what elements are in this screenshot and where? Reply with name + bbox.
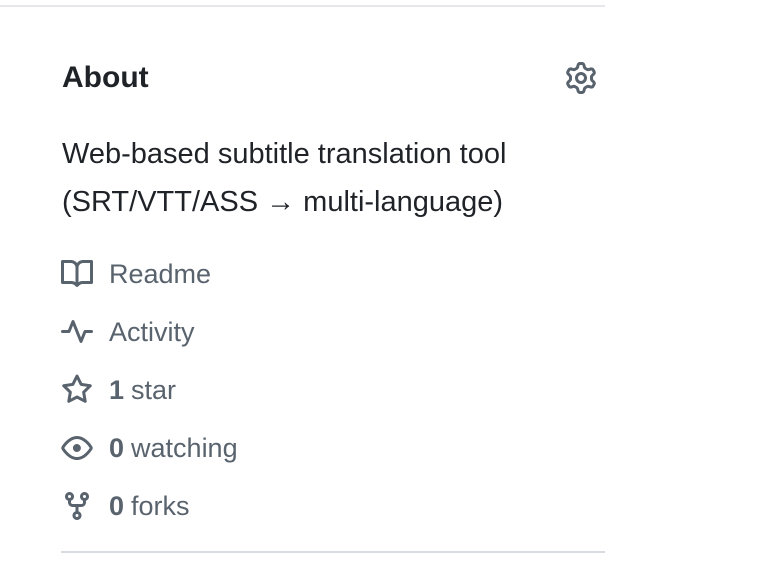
- fork-icon: [60, 489, 94, 523]
- settings-button[interactable]: [563, 60, 599, 96]
- repo-stats-list: Readme Activity 1 star 0 watching 0 fork…: [60, 245, 580, 535]
- watching-count: 0: [109, 432, 125, 463]
- watching-link[interactable]: 0 watching: [60, 419, 580, 477]
- eye-icon: [60, 431, 94, 465]
- pulse-icon: [60, 315, 94, 349]
- bottom-divider: [61, 551, 605, 553]
- forks-label: forks: [131, 490, 190, 521]
- top-divider: [0, 5, 605, 7]
- readme-link[interactable]: Readme: [60, 245, 580, 303]
- watching-label: watching: [131, 432, 238, 463]
- gear-icon: [566, 62, 596, 94]
- about-sidebar: About Web-based subtitle translation too…: [0, 0, 760, 570]
- description-line-1: Web-based subtitle translation tool: [62, 138, 507, 170]
- repo-description: Web-based subtitle translation tool (SRT…: [62, 130, 602, 226]
- about-heading: About: [62, 61, 149, 94]
- book-icon: [60, 257, 94, 291]
- forks-count: 0: [109, 490, 125, 521]
- stars-count: 1: [109, 374, 125, 405]
- readme-label: Readme: [109, 258, 212, 289]
- star-icon: [60, 373, 94, 407]
- activity-link[interactable]: Activity: [60, 303, 580, 361]
- forks-link[interactable]: 0 forks: [60, 477, 580, 535]
- description-line-2: (SRT/VTT/ASS → multi-language): [62, 186, 504, 218]
- stars-link[interactable]: 1 star: [60, 361, 580, 419]
- activity-label: Activity: [109, 316, 195, 347]
- stars-label: star: [131, 374, 177, 405]
